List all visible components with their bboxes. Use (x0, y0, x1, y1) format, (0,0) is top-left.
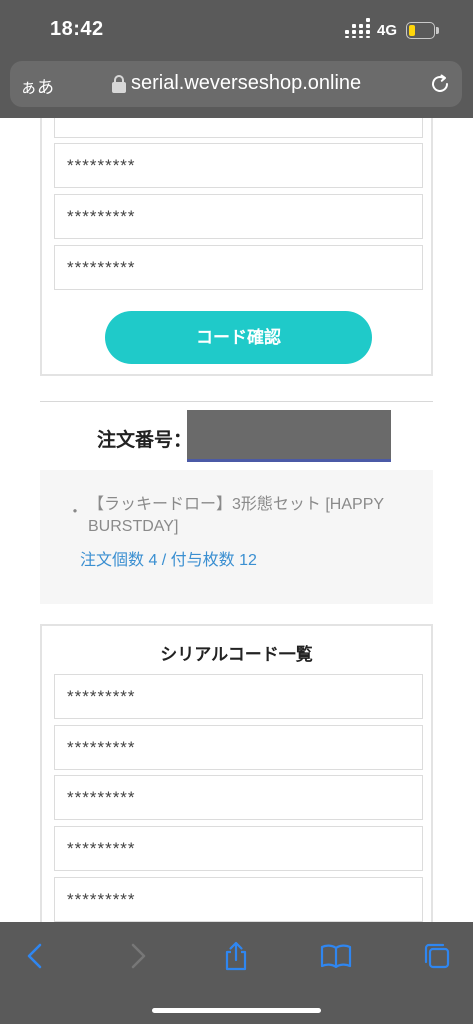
serial-code-field[interactable]: ********* (54, 775, 423, 820)
order-details: ・ 【ラッキードロー】3形態セット [HAPPY BURSTDAY] 注文個数 … (40, 470, 433, 604)
url-text[interactable]: serial.weverseshop.online (131, 72, 361, 95)
confirm-code-button[interactable]: コード確認 (105, 311, 372, 364)
order-number-redacted (187, 410, 391, 462)
serial-code-field[interactable]: ********* (54, 194, 423, 239)
serial-code-field[interactable]: ********* (54, 118, 423, 138)
product-name: 【ラッキードロー】3形態セット [HAPPY BURSTDAY] (88, 496, 384, 535)
serial-code-field[interactable]: ********* (54, 725, 423, 770)
signal-icon (345, 18, 371, 38)
order-quantity-info: 注文個数 4 / 付与枚数 12 (80, 552, 257, 569)
order-number-label: 注文番号： (97, 430, 193, 451)
forward-icon[interactable] (121, 940, 153, 972)
bookmarks-icon[interactable] (320, 940, 352, 972)
back-icon[interactable] (20, 940, 52, 972)
serial-code-field[interactable]: ********* (54, 877, 423, 922)
serial-code-field[interactable]: ********* (54, 143, 423, 188)
serial-code-field[interactable]: ********* (54, 245, 423, 290)
tabs-icon[interactable] (421, 940, 453, 972)
home-indicator (152, 1008, 321, 1013)
list-bullet: ・ (67, 504, 84, 521)
page-content: ********* ********* ********* ********* … (0, 118, 473, 922)
serial-code-entry-panel: ********* ********* ********* ********* … (40, 118, 433, 376)
battery-icon (406, 22, 439, 39)
serial-code-list-panel: シリアルコード一覧 ********* ********* ********* … (40, 624, 433, 922)
reload-icon[interactable] (428, 72, 452, 96)
status-time: 18:42 (50, 18, 104, 40)
network-type: 4G (377, 22, 398, 39)
share-icon[interactable] (220, 940, 252, 972)
address-bar[interactable]: ぁあ serial.weverseshop.online (10, 61, 462, 107)
browser-toolbar (0, 922, 473, 1024)
lock-icon (112, 75, 126, 93)
browser-top-chrome: 18:42 4G ぁあ serial.weverseshop.online (0, 0, 473, 118)
serial-code-list-title: シリアルコード一覧 (160, 645, 313, 664)
section-divider (40, 401, 433, 402)
serial-code-field[interactable]: ********* (54, 826, 423, 871)
serial-code-field[interactable]: ********* (54, 674, 423, 719)
text-size-button[interactable]: ぁあ (20, 73, 54, 98)
